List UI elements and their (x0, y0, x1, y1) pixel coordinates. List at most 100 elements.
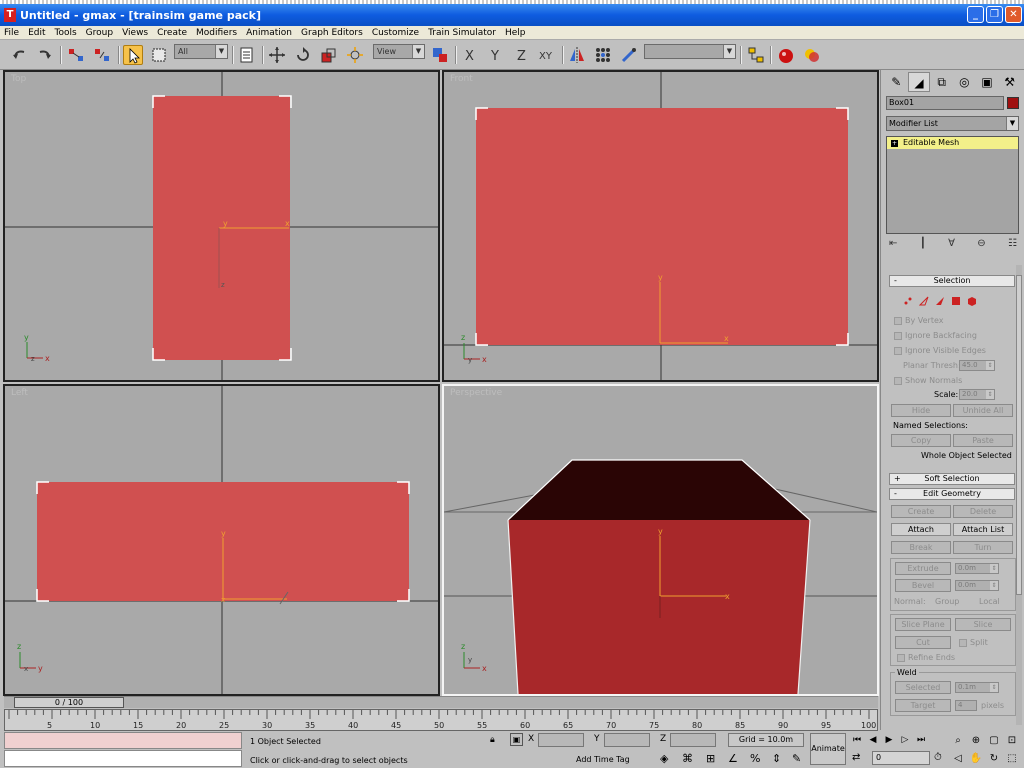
menu-animation[interactable]: Animation (246, 28, 292, 38)
spinner-snap-icon[interactable]: ⇕ (772, 752, 781, 765)
weld-selected-button[interactable]: Selected (895, 681, 951, 694)
key-mode-toggle-icon[interactable]: ⇄ (852, 752, 860, 763)
menu-help[interactable]: Help (505, 28, 526, 38)
hide-button[interactable]: Hide (891, 404, 951, 417)
menu-modifiers[interactable]: Modifiers (196, 28, 237, 38)
element-icon[interactable] (967, 296, 977, 306)
menu-tools[interactable]: Tools (55, 28, 77, 38)
angle-snap-icon[interactable]: ∠ (728, 752, 738, 765)
ignore-backfacing-checkbox[interactable]: Ignore Backfacing (894, 331, 977, 340)
zoom-all-icon[interactable]: ⊕ (968, 733, 984, 748)
go-to-end-icon[interactable]: ⏭ (914, 733, 928, 747)
display-tab-icon[interactable]: ▣ (976, 72, 999, 92)
slice-button[interactable]: Slice (955, 618, 1011, 631)
restrict-z-icon[interactable]: Z (512, 45, 532, 65)
scale-spinner[interactable]: 20.0 ⇕ (959, 389, 995, 400)
create-tab-icon[interactable]: ✎ (885, 72, 908, 92)
bevel-button[interactable]: Bevel (895, 579, 951, 592)
schematic-view-icon[interactable] (746, 45, 766, 65)
viewport-top[interactable]: Top y x z y x z (3, 70, 440, 382)
material-editor-icon[interactable] (776, 45, 796, 65)
menu-graph-editors[interactable]: Graph Editors (301, 28, 363, 38)
extrude-spinner[interactable]: 0.0m ⇕ (955, 563, 999, 574)
by-vertex-checkbox[interactable]: By Vertex (894, 316, 943, 325)
ignore-visible-edges-checkbox[interactable]: Ignore Visible Edges (894, 346, 986, 355)
hierarchy-tab-icon[interactable]: ⧉ (930, 72, 953, 92)
minimize-button[interactable]: _ (967, 6, 984, 23)
copy-button[interactable]: Copy (891, 434, 951, 447)
menu-train-simulator[interactable]: Train Simulator (428, 28, 496, 38)
current-frame-field[interactable]: 0 (872, 751, 930, 765)
select-region-icon[interactable] (149, 45, 169, 65)
previous-frame-icon[interactable]: ◀ (866, 733, 880, 747)
unhide-all-button[interactable]: Unhide All (953, 404, 1013, 417)
reference-coordinate-dropdown[interactable]: View ▼ (373, 44, 425, 59)
cut-button[interactable]: Cut (895, 636, 951, 649)
restrict-y-icon[interactable]: Y (486, 45, 506, 65)
undo-icon[interactable] (10, 45, 30, 65)
unlink-selection-icon[interactable] (92, 45, 112, 65)
arc-rotate-icon[interactable]: ↻ (986, 751, 1002, 766)
play-icon[interactable]: ▶ (882, 733, 896, 747)
add-time-tag-button[interactable]: Add Time Tag (576, 753, 636, 766)
bevel-spinner[interactable]: 0.0m ⇕ (955, 580, 999, 591)
select-and-manipulate-icon[interactable] (345, 45, 365, 65)
title-bar[interactable]: T Untitled - gmax - [trainsim game pack]… (0, 4, 1024, 26)
polygon-icon[interactable] (951, 296, 961, 306)
maximize-button[interactable]: ❐ (986, 6, 1003, 23)
edit-geometry-rollout-header[interactable]: - Edit Geometry (889, 488, 1015, 500)
pan-icon[interactable]: ✋ (968, 751, 984, 766)
utilities-tab-icon[interactable]: ⚒ (998, 72, 1021, 92)
viewport-left[interactable]: Left y x z y x (3, 384, 440, 696)
zoom-extents-all-icon[interactable]: ⊡ (1004, 733, 1020, 748)
attach-button[interactable]: Attach (891, 523, 951, 536)
motion-tab-icon[interactable]: ◎ (953, 72, 976, 92)
maximize-viewport-icon[interactable]: ⬚ (1004, 751, 1020, 766)
pin-stack-icon[interactable]: ⇤ (889, 238, 897, 254)
restrict-x-icon[interactable]: X (460, 45, 480, 65)
select-and-scale-icon[interactable] (319, 45, 339, 65)
target-pixels-spinner[interactable]: 4 (955, 700, 977, 711)
edit-named-selection-icon[interactable]: ✎ (792, 752, 801, 765)
lock-selection-icon[interactable]: 🔒︎ (490, 735, 495, 745)
weld-threshold-spinner[interactable]: 0.1m ⇕ (955, 682, 999, 693)
show-end-result-icon[interactable]: ┃ (920, 238, 926, 254)
menu-edit[interactable]: Edit (28, 28, 45, 38)
go-to-start-icon[interactable]: ⏮ (850, 733, 864, 747)
select-object-icon[interactable] (123, 45, 143, 65)
restrict-xy-icon[interactable]: XY (538, 45, 558, 65)
snap-toggle-icon[interactable]: ⊞ (706, 752, 715, 765)
object-color-swatch[interactable] (1007, 97, 1019, 109)
menu-file[interactable]: File (4, 28, 19, 38)
modifier-list-dropdown[interactable]: Modifier List ▼ (886, 116, 1019, 131)
create-button[interactable]: Create (891, 505, 951, 518)
weld-target-button[interactable]: Target (895, 699, 951, 712)
edge-icon[interactable] (918, 296, 929, 306)
select-and-move-icon[interactable] (267, 45, 287, 65)
maxscript-listener-input[interactable] (4, 750, 242, 767)
key-mode-icon[interactable]: ⌘ (682, 752, 693, 765)
group-radio[interactable]: Group (935, 597, 959, 606)
viewport-perspective[interactable]: Perspective y x z x y (442, 384, 879, 696)
paste-button[interactable]: Paste (953, 434, 1013, 447)
maxscript-listener-output[interactable] (4, 732, 242, 749)
percent-snap-icon[interactable]: % (750, 752, 760, 765)
selection-rollout-header[interactable]: - Selection (889, 275, 1015, 287)
split-checkbox[interactable]: Split (959, 638, 988, 647)
track-bar[interactable]: 5 10 15 20 25 30 35 40 45 50 55 60 65 70… (4, 709, 878, 731)
mirror-icon[interactable] (567, 45, 587, 65)
soft-selection-rollout-header[interactable]: + Soft Selection (889, 473, 1015, 485)
delete-button[interactable]: Delete (953, 505, 1013, 518)
zoom-icon[interactable]: ⌕ (950, 733, 966, 748)
select-and-rotate-icon[interactable] (293, 45, 313, 65)
next-frame-icon[interactable]: ▷ (898, 733, 912, 747)
zoom-extents-icon[interactable]: ▢ (986, 733, 1002, 748)
time-slider[interactable]: 0 / 100 (4, 696, 878, 708)
viewport-front[interactable]: Front y x z x y (442, 70, 879, 382)
stack-item-editable-mesh[interactable]: + Editable Mesh (887, 137, 1018, 149)
viewport-shading-icon[interactable]: ◈ (660, 752, 668, 765)
time-slider-thumb[interactable]: 0 / 100 (14, 697, 124, 708)
menu-create[interactable]: Create (157, 28, 187, 38)
local-radio[interactable]: Local (979, 597, 1000, 606)
remove-modifier-icon[interactable]: ⊖ (977, 238, 985, 254)
